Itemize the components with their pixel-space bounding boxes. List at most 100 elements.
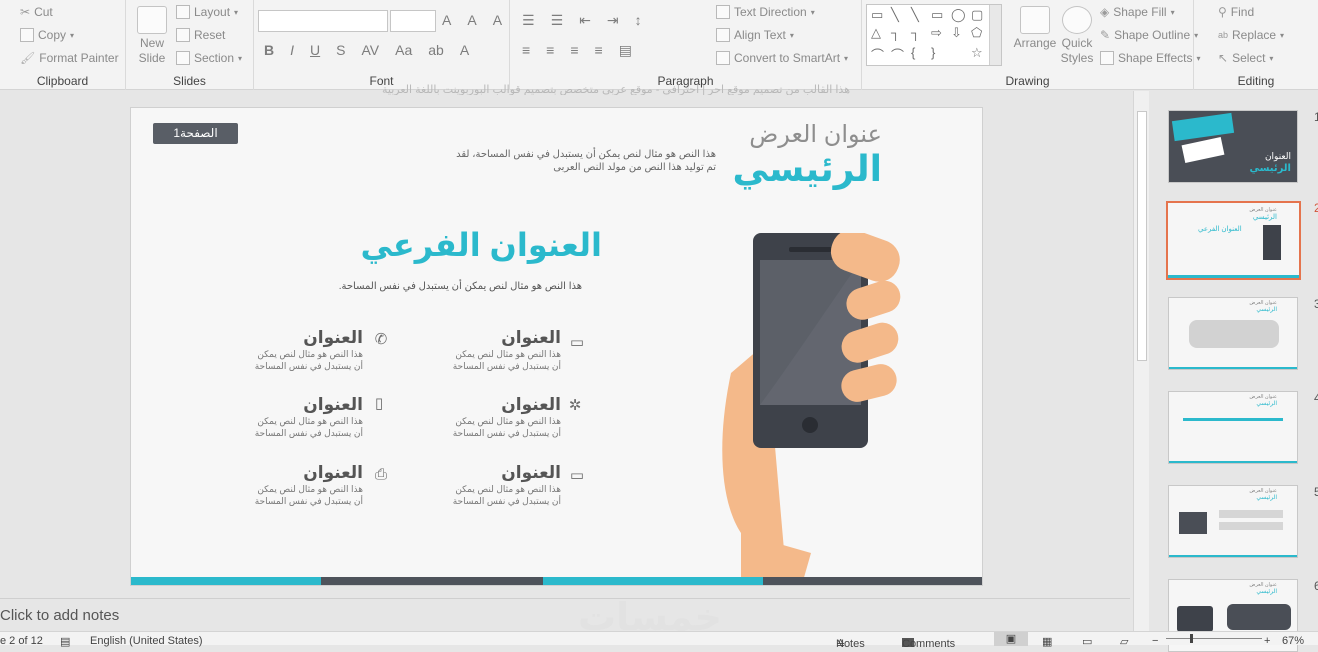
char-spacing-icon[interactable]: AV bbox=[361, 42, 379, 58]
justify-icon[interactable]: ≡ bbox=[595, 42, 603, 59]
decrease-indent-icon[interactable]: ⇤ bbox=[579, 12, 591, 29]
scrollbar-thumb[interactable] bbox=[1137, 111, 1147, 361]
roundrect-shape-icon[interactable]: ▢ bbox=[971, 7, 983, 23]
clear-format-icon[interactable]: A bbox=[493, 12, 502, 28]
star-shape-icon[interactable]: ☆ bbox=[971, 45, 983, 61]
spellcheck-icon[interactable]: ▤ bbox=[60, 635, 70, 648]
columns-icon[interactable]: ▤ bbox=[619, 42, 632, 59]
quick-styles-button[interactable]: Quick Styles bbox=[1060, 6, 1094, 66]
line-spacing-icon[interactable]: ↕ bbox=[635, 12, 642, 29]
language-indicator[interactable]: English (United States) bbox=[90, 635, 203, 647]
line-shape-icon[interactable]: ╲ bbox=[891, 7, 899, 23]
strikethrough-icon[interactable]: S bbox=[336, 42, 345, 58]
underline-icon[interactable]: U bbox=[310, 42, 320, 58]
thumb-number: 1 bbox=[1314, 110, 1318, 124]
shape-fill-button[interactable]: ◈ Shape Fill ▾ bbox=[1100, 5, 1175, 19]
slide-sorter-icon[interactable]: ▦ bbox=[1042, 635, 1052, 648]
section-button[interactable]: Section ▾ bbox=[176, 51, 242, 65]
zoom-slider-thumb[interactable] bbox=[1190, 634, 1193, 643]
font-size-input[interactable] bbox=[390, 10, 436, 32]
right-arrow-shape-icon[interactable]: ⇨ bbox=[931, 25, 942, 41]
align-left-icon[interactable]: ≡ bbox=[522, 42, 530, 59]
notes-pane[interactable]: Click to add notes خمسات bbox=[0, 597, 1130, 639]
main-title-line1[interactable]: عنوان العرض bbox=[749, 120, 882, 149]
normal-view-icon[interactable]: ▣ bbox=[994, 632, 1028, 646]
triangle-shape-icon[interactable]: △ bbox=[871, 25, 881, 41]
bold-icon[interactable]: B bbox=[264, 42, 274, 58]
slide-thumbnail[interactable]: عنوان العرض الرئيسي bbox=[1168, 391, 1298, 464]
align-center-icon[interactable]: ≡ bbox=[546, 42, 554, 59]
shapes-gallery[interactable]: ▭ ╲ ╲ ▭ ◯ ▢ △ ┐ ┐ ⇨ ⇩ ⬠ ⌒ ⌒ { } ☆ bbox=[866, 4, 1002, 66]
increase-indent-icon[interactable]: ⇥ bbox=[607, 12, 619, 29]
freeform-shape-icon[interactable]: ⌒ bbox=[871, 45, 884, 64]
layout-button[interactable]: Layout ▾ bbox=[176, 5, 238, 19]
subtitle-description[interactable]: هذا النص هو مثال لنص يمكن أن يستبدل في ن… bbox=[339, 281, 582, 292]
rect-shape-icon[interactable]: ▭ bbox=[931, 7, 943, 23]
feature-item[interactable]: العنوان هذا النص هو مثال لنص يمكن أن يست… bbox=[421, 328, 561, 372]
zoom-out-button[interactable]: − bbox=[1152, 635, 1158, 647]
notes-placeholder[interactable]: Click to add notes bbox=[0, 607, 119, 624]
clipboard-label: Clipboard bbox=[36, 74, 89, 88]
zoom-slider[interactable] bbox=[1166, 638, 1262, 639]
slideshow-icon[interactable]: ▱ bbox=[1120, 635, 1128, 648]
grow-font-icon[interactable]: A bbox=[442, 12, 451, 28]
shape-effects-button[interactable]: Shape Effects ▾ bbox=[1100, 51, 1201, 65]
select-button[interactable]: ↖ Select ▾ bbox=[1218, 51, 1273, 65]
text-direction-button[interactable]: Text Direction ▾ bbox=[716, 5, 815, 19]
slide-editor: الصفحة1 عنوان العرض الرئيسي هذا النص هو … bbox=[0, 91, 1130, 631]
feature-item[interactable]: العنوان هذا النص هو مثال لنص يمكن أن يست… bbox=[223, 463, 363, 507]
bracket-right-shape-icon[interactable]: } bbox=[931, 45, 935, 60]
replace-button[interactable]: ab Replace ▾ bbox=[1218, 28, 1284, 42]
reading-view-icon[interactable]: ▭ bbox=[1082, 635, 1092, 648]
elbow-shape-icon[interactable]: ┐ bbox=[891, 25, 900, 40]
slide-thumbnail[interactable]: عنوان العرض الرئيسي bbox=[1168, 297, 1298, 370]
slide-thumbnail[interactable]: عنوان العرض الرئيسي العنوان الفرعي bbox=[1166, 201, 1301, 280]
editor-scrollbar[interactable] bbox=[1133, 91, 1149, 631]
slide-thumbnail[interactable]: عنوان العرض الرئيسي bbox=[1168, 485, 1298, 558]
shapes-scrollbar[interactable] bbox=[989, 5, 1001, 65]
subtitle[interactable]: العنوان الفرعي bbox=[361, 226, 603, 264]
arrow-shape-icon[interactable]: ╲ bbox=[911, 7, 919, 23]
curve-shape-icon[interactable]: ⌒ bbox=[891, 45, 904, 64]
slide-thumbnail[interactable]: العنوان الرئيسي bbox=[1168, 110, 1298, 183]
feature-item[interactable]: العنوان هذا النص هو مثال لنص يمكن أن يست… bbox=[223, 395, 363, 439]
textbox-shape-icon[interactable]: ▭ bbox=[871, 7, 883, 23]
numbering-icon[interactable]: ☰ bbox=[551, 12, 564, 29]
intro-text[interactable]: هذا النص هو مثال لنص يمكن أن يستبدل في ن… bbox=[446, 148, 716, 174]
italic-icon[interactable]: I bbox=[290, 42, 294, 58]
arrange-button[interactable]: Arrange bbox=[1012, 6, 1058, 51]
replace-icon: ab bbox=[1218, 30, 1229, 40]
zoom-in-button[interactable]: + bbox=[1264, 635, 1270, 647]
reset-button[interactable]: Reset bbox=[176, 28, 225, 42]
convert-smartart-button[interactable]: Convert to SmartArt ▾ bbox=[716, 51, 848, 65]
bullets-icon[interactable]: ☰ bbox=[522, 12, 535, 29]
paint-bucket-icon: ◈ bbox=[1100, 5, 1110, 19]
format-painter-button[interactable]: 🖌 Format Painter bbox=[20, 51, 119, 65]
font-format-row: AAA bbox=[442, 12, 502, 28]
cut-button[interactable]: ✂ Cut bbox=[20, 5, 53, 19]
shape-outline-button[interactable]: ✎ Shape Outline ▾ bbox=[1100, 28, 1198, 42]
down-arrow-shape-icon[interactable]: ⇩ bbox=[951, 25, 962, 41]
highlight-icon[interactable]: ab bbox=[428, 42, 444, 58]
align-text-button[interactable]: Align Text ▾ bbox=[716, 28, 794, 42]
hand-phone-illustration[interactable] bbox=[711, 233, 911, 586]
main-title-line2[interactable]: الرئيسي bbox=[732, 148, 882, 190]
copy-button[interactable]: Copy ▾ bbox=[20, 28, 74, 42]
new-slide-button[interactable]: New Slide bbox=[134, 6, 170, 66]
feature-item[interactable]: العنوان هذا النص هو مثال لنص يمكن أن يست… bbox=[421, 395, 561, 439]
find-button[interactable]: ⚲ Find bbox=[1218, 5, 1254, 19]
align-right-icon[interactable]: ≡ bbox=[570, 42, 578, 59]
feature-item[interactable]: العنوان هذا النص هو مثال لنص يمكن أن يست… bbox=[223, 328, 363, 372]
bottom-bar-4 bbox=[763, 577, 982, 585]
oval-shape-icon[interactable]: ◯ bbox=[951, 7, 966, 23]
flowchart-shape-icon[interactable]: ⬠ bbox=[971, 25, 982, 41]
change-case-icon[interactable]: Aa bbox=[395, 42, 412, 58]
current-slide[interactable]: الصفحة1 عنوان العرض الرئيسي هذا النص هو … bbox=[130, 107, 983, 586]
font-family-input[interactable] bbox=[258, 10, 388, 32]
shrink-font-icon[interactable]: A bbox=[467, 12, 476, 28]
zoom-level[interactable]: 67% bbox=[1282, 635, 1304, 647]
connector-shape-icon[interactable]: ┐ bbox=[911, 25, 920, 40]
font-color-icon[interactable]: A bbox=[460, 42, 469, 58]
bracket-shape-icon[interactable]: { bbox=[911, 45, 915, 60]
feature-item[interactable]: العنوان هذا النص هو مثال لنص يمكن أن يست… bbox=[421, 463, 561, 507]
